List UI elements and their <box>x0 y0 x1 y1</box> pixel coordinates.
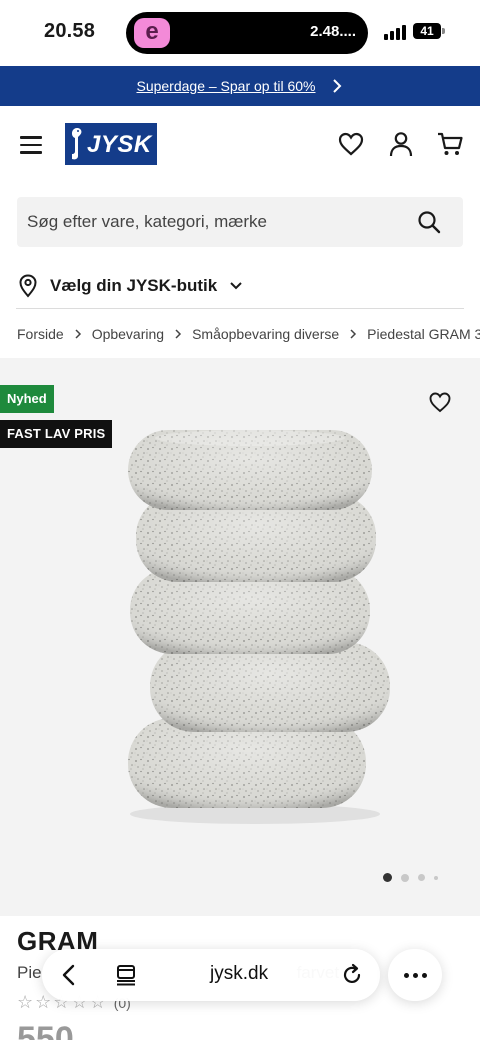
battery-nub <box>442 28 445 34</box>
cellular-signal-icon <box>384 24 408 40</box>
url-bar[interactable]: jysk.dk <box>210 963 268 985</box>
ellipsis-icon[interactable] <box>388 949 442 1001</box>
carousel-dots <box>383 873 438 882</box>
battery-level: 41 <box>420 24 434 38</box>
fixed-low-price-badge: FAST LAV PRIS <box>0 420 113 448</box>
dynamic-island[interactable]: e 2.48.... <box>126 12 368 54</box>
carousel-dot[interactable] <box>418 874 425 881</box>
status-time: 20.58 <box>44 20 96 42</box>
breadcrumb-item[interactable]: Opbevaring <box>92 326 164 342</box>
chevron-right-icon <box>350 329 357 339</box>
new-badge: Nyhed <box>0 385 54 413</box>
logo-text: JYSK <box>87 131 152 158</box>
chevron-right-icon <box>75 329 81 339</box>
location-pin-icon <box>19 274 37 298</box>
product-gallery[interactable]: Nyhed FAST LAV PRIS <box>0 358 480 916</box>
status-bar: 20.58 e 2.48.... 41 <box>0 0 480 66</box>
search-input[interactable] <box>27 197 407 247</box>
battery-icon: 41 <box>413 23 441 39</box>
hamburger-menu-icon[interactable] <box>20 136 42 154</box>
chevron-down-icon <box>230 282 242 290</box>
divider <box>16 308 464 309</box>
goose-logo-icon <box>71 128 82 160</box>
breadcrumb-current: Piedestal GRAM 3 <box>367 326 480 342</box>
chevron-right-icon <box>175 329 182 339</box>
star-icon: ☆ <box>17 992 34 1012</box>
carousel-dot-active[interactable] <box>383 873 392 882</box>
breadcrumb-item[interactable]: Småopbevaring diverse <box>192 326 339 342</box>
site-header: JYSK <box>0 106 480 182</box>
chevron-right-icon <box>332 79 341 93</box>
reload-icon[interactable] <box>340 963 364 987</box>
promo-banner[interactable]: Superdage – Spar op til 60% <box>0 66 480 106</box>
reader-icon[interactable] <box>114 963 138 987</box>
breadcrumb: Forside Opbevaring Småopbevaring diverse… <box>17 322 480 346</box>
carousel-dot[interactable] <box>401 873 409 882</box>
cart-icon[interactable] <box>436 130 464 158</box>
carousel-dot[interactable] <box>434 875 438 880</box>
island-activity-text: 2.48.... <box>310 23 356 40</box>
product-price: 550 <box>17 1020 74 1040</box>
promo-link[interactable]: Superdage – Spar op til 60% <box>136 78 315 94</box>
search-bar <box>17 197 463 247</box>
heart-icon[interactable] <box>428 390 452 414</box>
store-selector-label: Vælg din JYSK-butik <box>50 276 218 295</box>
app-icon: e <box>134 18 170 48</box>
product-subtitle-start: Pie <box>17 963 42 982</box>
breadcrumb-item[interactable]: Forside <box>17 326 64 342</box>
stacked-stone-pedestal-image <box>128 430 390 824</box>
store-selector[interactable]: Vælg din JYSK-butik <box>18 272 243 300</box>
user-icon[interactable] <box>387 130 415 158</box>
jysk-logo[interactable]: JYSK <box>65 123 157 165</box>
heart-icon[interactable] <box>337 130 365 158</box>
chevron-left-icon[interactable] <box>58 963 82 987</box>
browser-toolbar: jysk.dk <box>42 949 380 1001</box>
search-icon[interactable] <box>417 210 441 234</box>
star-icon: ☆ <box>35 992 52 1012</box>
